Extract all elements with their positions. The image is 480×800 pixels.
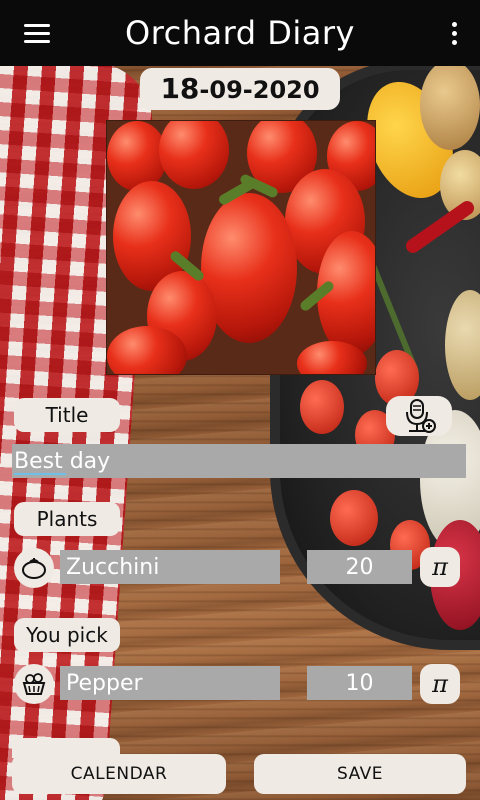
spellcheck-underline: [14, 473, 66, 475]
plant-name-field[interactable]: Zucchini: [60, 550, 280, 584]
title-input[interactable]: Best day: [12, 444, 466, 478]
microphone-add-icon: [406, 399, 436, 433]
plant-type-button[interactable]: [14, 548, 54, 588]
title-input-value: Best day: [14, 448, 111, 474]
plant-quantity-field[interactable]: 20: [307, 550, 412, 584]
app-title: Orchard Diary: [125, 14, 355, 52]
tomato: [300, 380, 344, 434]
hamburger-menu-icon[interactable]: [16, 14, 56, 52]
voice-input-button[interactable]: [386, 396, 452, 436]
title-label: Title: [14, 398, 120, 432]
plants-label: Plants: [14, 502, 120, 536]
photo-tomato: [159, 121, 229, 189]
pick-calc-button[interactable]: π: [420, 664, 460, 704]
calendar-button[interactable]: CALENDAR: [12, 754, 226, 794]
save-button[interactable]: SAVE: [254, 754, 466, 794]
pick-quantity-field[interactable]: 10: [307, 666, 412, 700]
diary-photo[interactable]: [106, 120, 376, 375]
tomato: [330, 490, 378, 546]
overflow-menu-icon[interactable]: [442, 16, 466, 50]
pick-name-field[interactable]: Pepper: [60, 666, 280, 700]
app-bar: Orchard Diary: [0, 0, 480, 66]
photo-tomato: [107, 121, 167, 191]
plant-calc-button[interactable]: π: [420, 547, 460, 587]
pick-type-button[interactable]: [14, 664, 54, 704]
basket-icon: [22, 673, 46, 695]
onion: [420, 60, 480, 150]
date-display[interactable]: 18 -09-2020: [140, 68, 340, 110]
date-month-year: -09-2020: [199, 76, 320, 104]
vegetable-icon: [22, 558, 46, 579]
date-day: 18: [160, 72, 200, 105]
you-pick-label: You pick: [14, 618, 120, 652]
